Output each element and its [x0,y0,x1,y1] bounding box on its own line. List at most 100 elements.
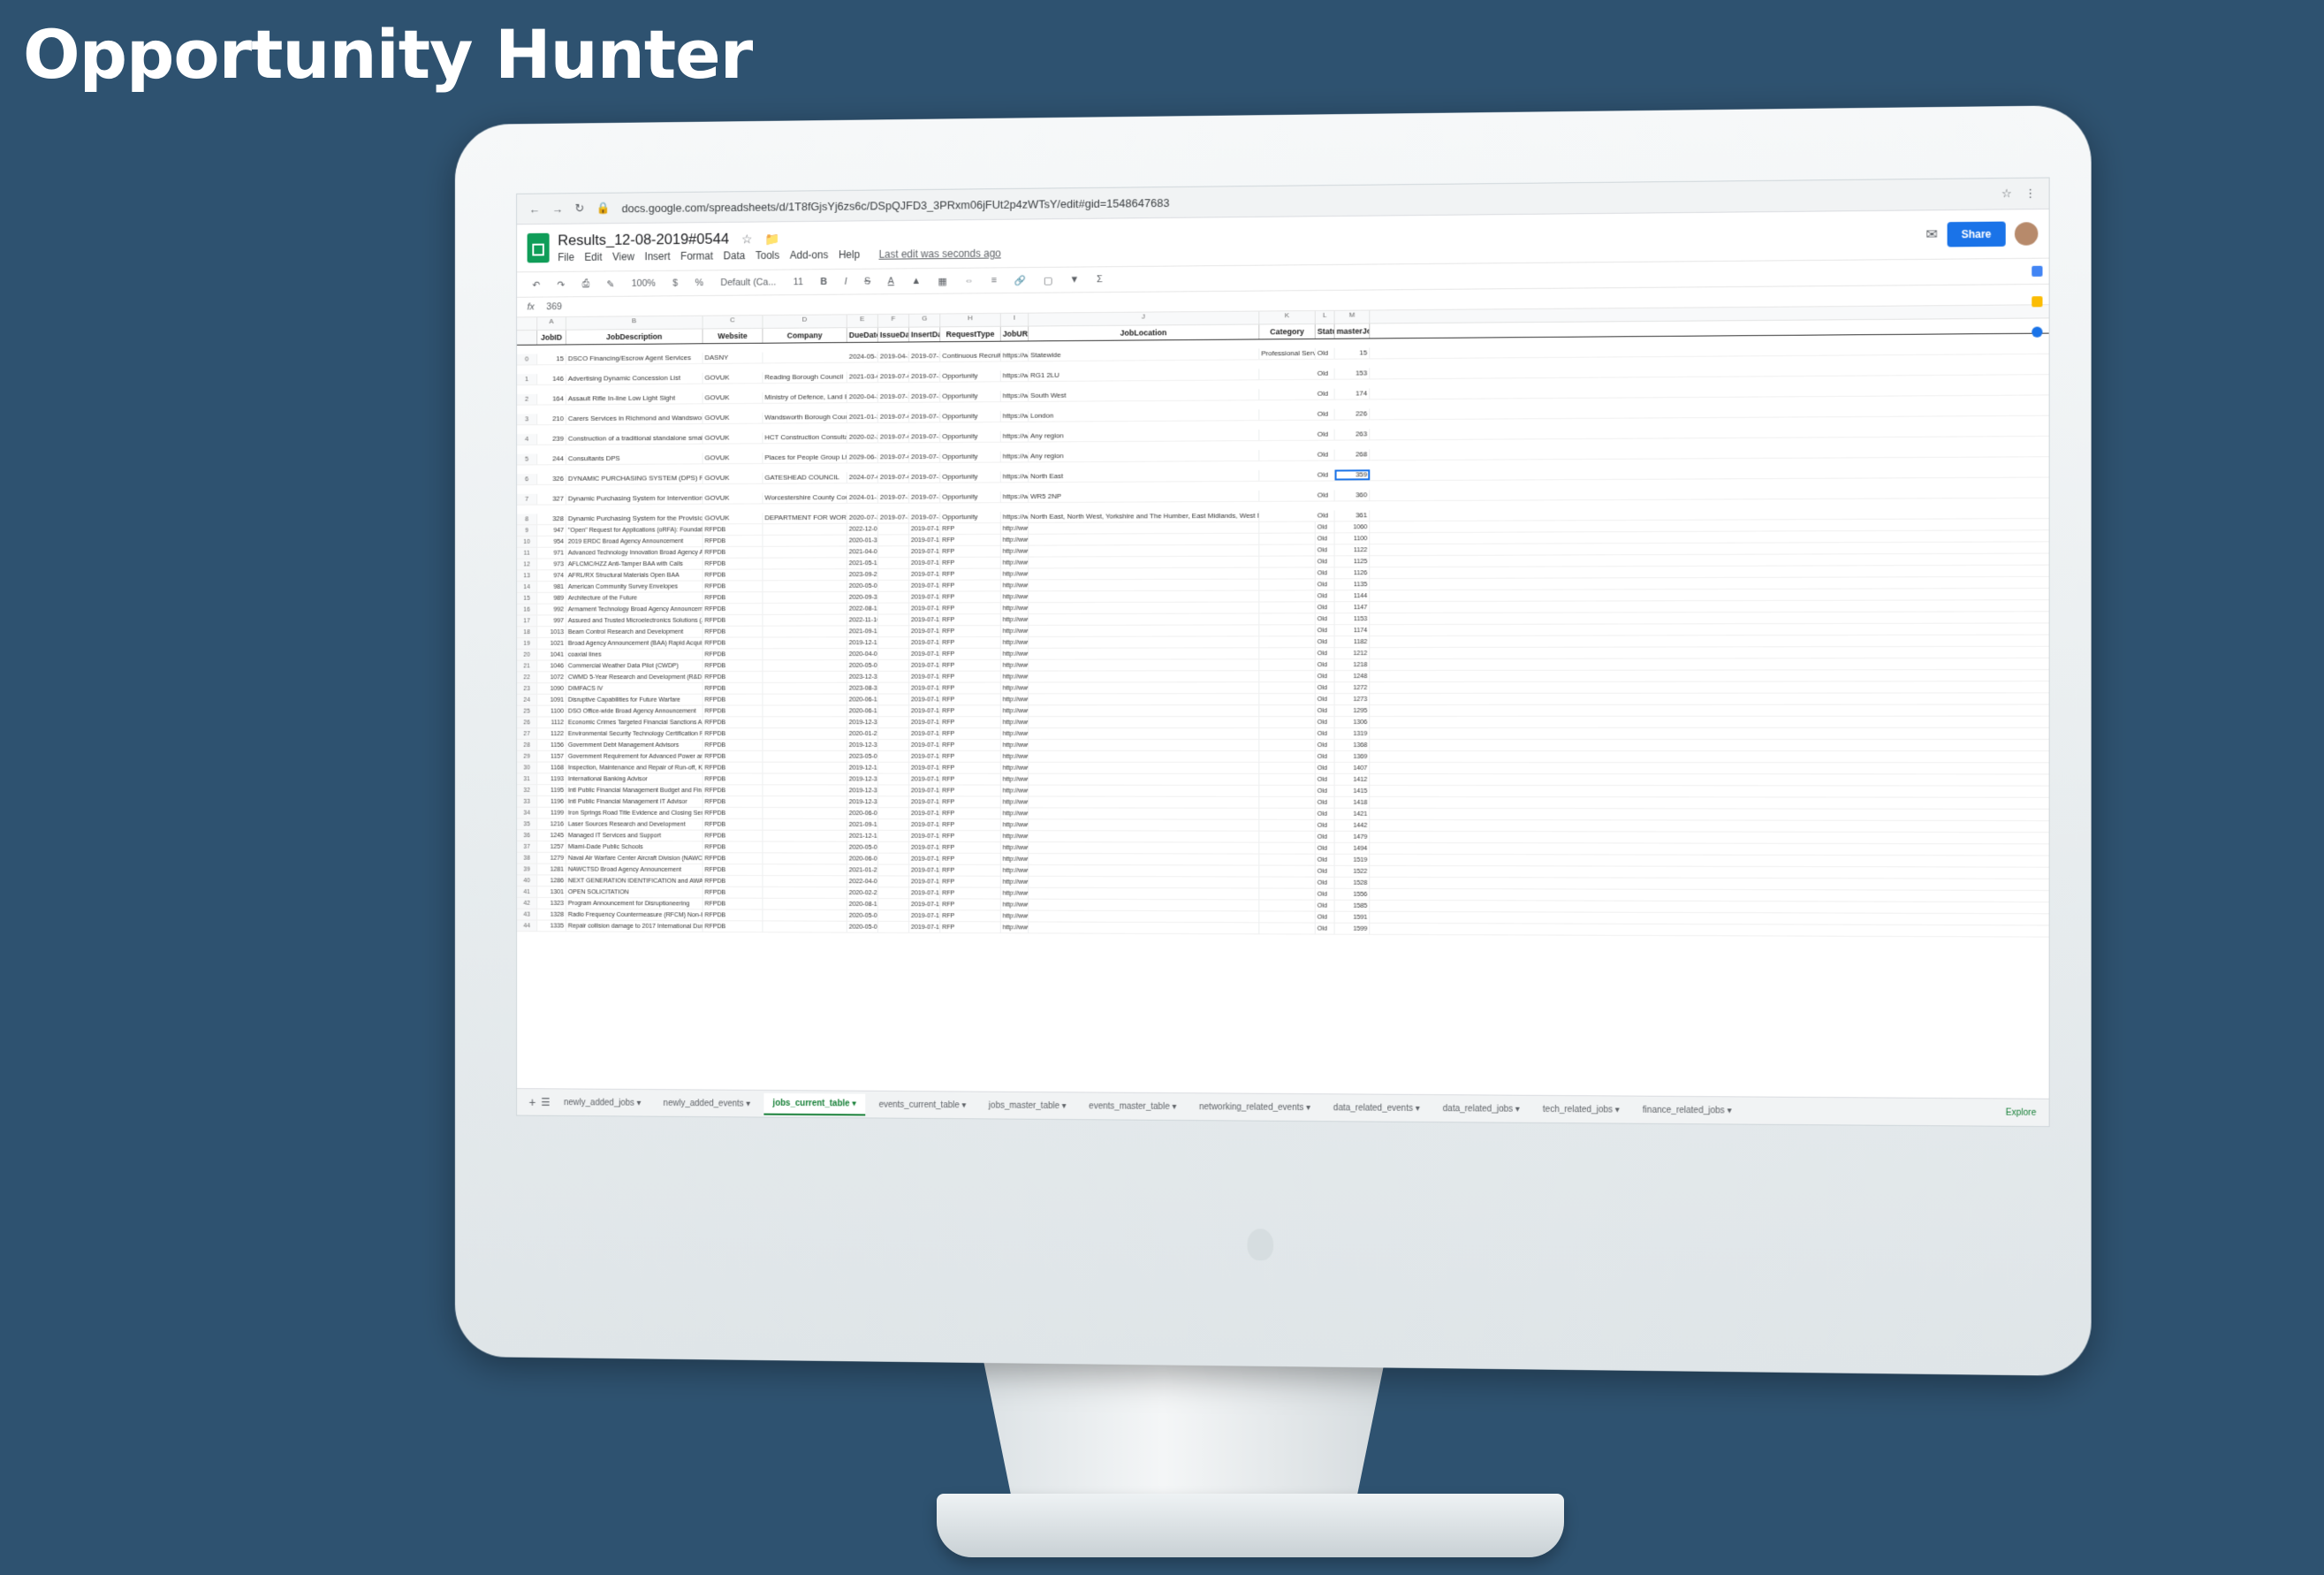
table-cell[interactable]: Managed IT Services and Support [566,830,703,841]
table-cell[interactable]: 37 [517,841,538,852]
table-cell[interactable]: Laser Sources Research and Development [566,818,703,830]
table-cell[interactable]: https://w [1000,430,1029,442]
italic-icon[interactable]: I [841,275,851,289]
table-cell[interactable] [877,921,910,932]
table-cell[interactable]: RFP [940,887,1001,899]
table-cell[interactable]: DASNY [703,352,763,363]
table-cell[interactable]: 2019-07-12 [909,740,941,750]
table-cell[interactable]: http://www.rfpdb.com/view/document/name/… [1000,603,1029,614]
table-cell[interactable] [877,682,910,694]
table-cell[interactable]: Old [1315,490,1335,501]
table-cell[interactable] [1259,521,1316,533]
table-cell[interactable] [763,671,847,682]
table-cell[interactable]: RFP [940,728,1001,740]
table-cell[interactable]: 971 [537,547,566,559]
table-cell[interactable]: http://www.rfpdb.com/view/document/name/… [1000,591,1029,603]
table-cell[interactable]: 2024-01-17 [847,491,878,503]
table-cell[interactable]: 2019-07-02 [877,431,910,443]
table-cell[interactable] [1029,922,1260,934]
table-cell[interactable]: Old [1315,888,1335,900]
table-cell[interactable]: CWMD 5-Year Research and Development (R&… [566,672,703,683]
column-letter[interactable]: E [847,315,878,328]
table-cell[interactable]: 2021-09-14 [847,819,878,830]
table-cell[interactable]: 31 [517,773,538,785]
table-cell[interactable]: 2019-07-11 [877,391,910,403]
back-icon[interactable]: ← [529,202,541,216]
table-cell[interactable]: Old [1315,911,1335,923]
table-cell[interactable]: RFPDB [703,558,763,569]
table-cell[interactable]: 2019-07-11 [877,512,910,523]
table-cell[interactable]: RFP [940,740,1001,750]
table-cell[interactable] [1029,694,1260,705]
table-cell[interactable] [763,626,847,637]
table-cell[interactable]: 0 [517,354,538,365]
table-cell[interactable] [1029,613,1260,625]
table-cell[interactable] [1029,842,1260,854]
table-cell[interactable]: 26 [517,717,538,728]
fill-color-icon[interactable]: ▲ [908,274,924,288]
table-cell[interactable]: 1323 [537,897,566,909]
table-cell[interactable]: 17 [517,615,538,627]
table-cell[interactable]: NAWCTSD Broad Agency Announcement [566,864,703,875]
table-cell[interactable]: 8 [517,514,538,525]
table-cell[interactable] [1029,854,1260,865]
table-cell[interactable]: http://www.rfpdb.com/view/document/name/… [1000,853,1029,864]
table-cell[interactable]: GATESHEAD COUNCIL [763,472,847,483]
table-cell[interactable] [1259,808,1316,819]
table-cell[interactable]: 2023-08-31 [847,682,878,694]
table-cell[interactable]: 1060 [1334,521,1371,533]
table-cell[interactable]: 2020-04-03 [847,649,878,660]
table-cell[interactable]: 1013 [537,627,566,638]
table-cell[interactable]: http://www.rfpdb.com/view/document/name/… [1000,876,1029,887]
table-cell[interactable]: Naval Air Warfare Center Aircraft Divisi… [566,852,703,864]
table-cell[interactable]: Program Announcement for Disruptioneerin… [566,898,703,909]
menu-insert[interactable]: Insert [645,250,671,262]
table-cell[interactable]: RFPDB [703,649,763,660]
table-cell[interactable]: http://www.rfpdb.com/view/document/name/… [1000,910,1029,922]
table-cell[interactable]: 1494 [1334,842,1371,854]
table-cell[interactable]: Inspection, Maintenance and Repair of Ru… [566,762,703,773]
menu-format[interactable]: Format [680,250,713,262]
table-cell[interactable]: Places for People Group Ltd [763,452,847,464]
table-cell[interactable]: OPEN SOLICITATION [566,886,703,898]
merge-icon[interactable]: ⇔ [961,274,977,288]
table-cell[interactable]: RFP [940,819,1001,831]
table-cell[interactable]: North East, North West, Yorkshire and Th… [1029,510,1260,522]
table-cell[interactable] [877,762,910,773]
table-cell[interactable]: Old [1315,865,1335,877]
table-cell[interactable] [1259,556,1316,567]
table-cell[interactable]: RFPDB [703,705,763,717]
column-header[interactable]: Status [1315,323,1335,339]
table-cell[interactable]: http://www.rfpdb.com/view/document/name/… [1000,842,1029,854]
table-cell[interactable]: 2020-02-28 [847,431,878,443]
table-cell[interactable]: Old [1315,533,1335,544]
table-cell[interactable] [763,830,847,841]
table-cell[interactable]: 1585 [1334,900,1371,911]
table-cell[interactable]: Old [1315,648,1335,659]
table-cell[interactable]: Old [1315,408,1335,420]
table-cell[interactable] [763,546,847,558]
table-cell[interactable]: 2019-07-08 [877,452,910,463]
tab-networking-related-events[interactable]: networking_related_events ▾ [1190,1097,1319,1118]
table-cell[interactable] [1029,819,1260,831]
table-cell[interactable] [763,853,847,864]
table-cell[interactable] [763,864,847,876]
table-cell[interactable]: International Banking Advisor [566,773,703,785]
address-bar[interactable]: docs.google.com/spreadsheets/d/1T8fGjsYj… [622,187,1989,215]
table-cell[interactable]: Continuous Recruitment [940,350,1001,361]
comments-icon[interactable]: ✉ [1925,225,1938,243]
table-cell[interactable]: https://w [1000,471,1029,483]
table-cell[interactable]: Opportunity [940,471,1001,483]
tab-data-related-jobs[interactable]: data_related_jobs ▾ [1434,1099,1529,1120]
functions-icon[interactable]: Σ [1093,272,1106,286]
table-cell[interactable]: Ministry of Defence, Land Equipm [763,392,847,403]
table-cell[interactable]: Old [1315,854,1335,865]
table-cell[interactable]: GOVUK [703,472,763,484]
forward-icon[interactable]: → [552,202,564,216]
table-cell[interactable]: RFPDB [703,807,763,818]
table-cell[interactable]: RFPDB [703,717,763,728]
table-cell[interactable]: 30 [517,762,538,773]
table-cell[interactable] [877,694,910,705]
table-cell[interactable]: 14 [517,582,538,592]
table-cell[interactable]: 10 [517,536,538,547]
